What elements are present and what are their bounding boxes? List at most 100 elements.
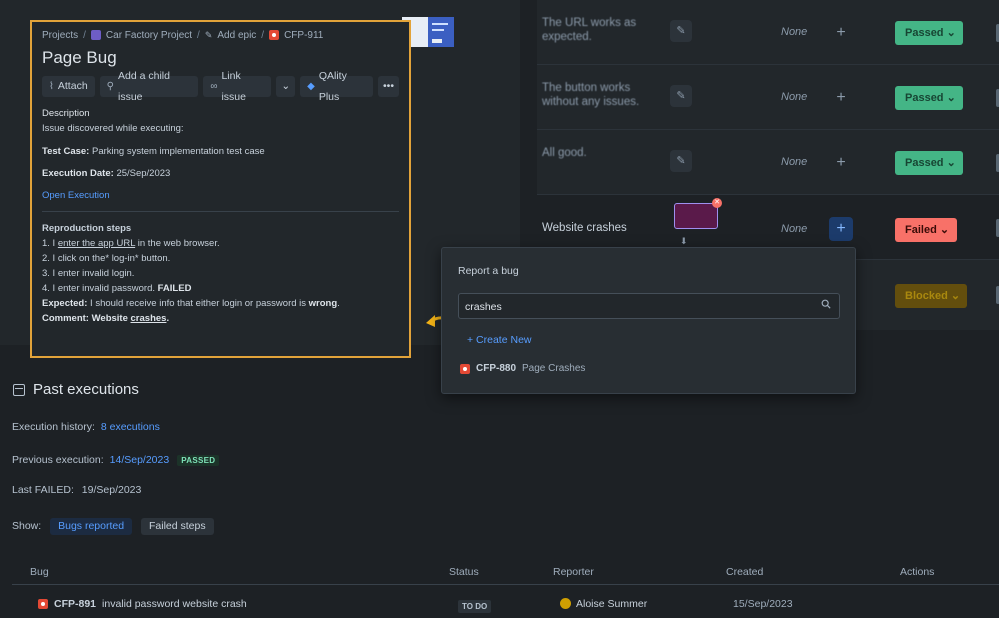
create-new-bug-button[interactable]: + Create New [467,334,532,346]
search-value: crashes [465,301,502,313]
bug-icon [460,363,470,374]
history-icon [13,383,25,396]
show-filter-row: Show: Bugs reported Failed steps [12,518,214,535]
close-icon[interactable]: ✕ [712,198,722,208]
previous-execution-label: Previous execution: [12,454,104,466]
status-dropdown[interactable]: Passed ⌄ [895,21,963,45]
link-issue-button[interactable]: ∞ Link issue [203,70,272,103]
execution-history-link[interactable]: 8 executions [101,421,160,433]
qality-plus-button[interactable]: ◆ QAlity Plus [300,70,373,103]
show-label: Show: [12,520,42,532]
reporter-name: Aloise Summer [576,598,648,610]
open-execution-link[interactable]: Open Execution [42,188,399,203]
add-bug-button[interactable]: + [829,86,853,110]
breadcrumb-separator: / [83,29,86,41]
qality-icon: ◆ [307,81,315,92]
issue-description: Description Issue discovered while execu… [42,106,399,326]
attach-button[interactable]: ⌇ Attach [42,76,95,97]
description-label: Description [42,108,90,119]
attachment-thumbnail[interactable] [674,203,718,229]
more-icon: ••• [382,80,394,92]
link-issue-label: Link issue [221,69,246,103]
test-step-row: The URL works as expected. ✎ None + Pass… [537,0,999,65]
breadcrumb-add-epic[interactable]: Add epic [217,30,256,41]
status-dropdown[interactable]: Passed ⌄ [895,151,963,175]
chevron-down-icon: ⌄ [946,27,956,39]
execution-history-row: Execution history: 8 executions [12,421,160,433]
expected-wrong: wrong [308,298,338,309]
status-label: Passed [905,157,944,169]
column-header-bug[interactable]: Bug [30,566,49,578]
more-actions-button[interactable]: ••• [377,76,399,97]
bug-icon [269,30,280,40]
execution-date-value: 25/Sep/2023 [116,168,171,179]
repro-step-1-suffix: in the web browser. [135,238,220,249]
execution-date-line: Execution Date: 25/Sep/2023 [42,166,399,181]
avatar [560,598,571,609]
past-executions-header: Past executions [13,381,139,398]
step-result-text: The button works without any issues. [542,82,640,108]
column-header-status[interactable]: Status [449,566,479,578]
breadcrumb-project[interactable]: Car Factory Project [106,30,192,41]
repro-step-1: 1. I enter the app URL in the web browse… [42,236,399,251]
qality-label: QAlity Plus [318,69,347,103]
breadcrumb: Projects / Car Factory Project / ✎ Add e… [42,28,399,42]
repro-step-2: 2. I click on the* log-in* button. [42,253,171,264]
divider [42,211,399,212]
table-row[interactable]: CFP-891 invalid password website crash [38,598,247,610]
repro-step-3: 3. I enter invalid login. [42,268,135,279]
status-label: Passed [905,92,944,104]
link-issue-dropdown[interactable]: ⌄ [276,76,296,97]
chevron-down-icon: ⌄ [946,92,956,104]
add-child-issue-button[interactable]: ⚲ Add a child issue [99,70,199,103]
add-bug-button[interactable]: + [829,21,853,45]
add-bug-button[interactable]: + [829,151,853,175]
add-bug-button[interactable]: + [829,217,853,241]
chevron-down-icon: ⌄ [950,290,961,302]
step-result-text: All good. [542,147,587,159]
execution-history-label: Execution history: [12,421,95,433]
test-step-row: The button works without any issues. ✎ N… [537,65,999,130]
status-dropdown[interactable]: Blocked ⌄ [895,284,967,308]
last-failed-row: Last FAILED: 19/Sep/2023 [12,484,141,496]
status-label: Blocked [905,290,948,302]
row-reporter: Aloise Summer [560,598,647,610]
comment-icon[interactable]: ✎ [670,85,692,107]
bugs-reported-toggle[interactable]: Bugs reported [50,518,133,535]
expected-label: Expected: [42,298,88,309]
chevron-down-icon: ⌄ [281,80,291,92]
app-url-link[interactable]: enter the app URL [58,238,135,249]
table-divider [12,584,999,585]
crashes-link[interactable]: crashes [131,313,167,324]
test-case-label: Test Case: [42,146,90,157]
step-none-label: None [781,223,808,235]
status-dropdown[interactable]: Passed ⌄ [895,86,963,110]
report-bug-panel: Report a bug crashes + Create New CFP-88… [441,247,856,394]
repro-step-4-text: 4. I enter invalid password. [42,283,158,294]
column-header-reporter[interactable]: Reporter [553,566,594,578]
step-result-text: The URL works as expected. [542,17,637,43]
row-bug-key[interactable]: CFP-891 [54,598,96,610]
issue-toolbar: ⌇ Attach ⚲ Add a child issue ∞ Link issue ⌄… [42,70,399,103]
comment-icon[interactable]: ✎ [670,20,692,42]
previous-execution-link[interactable]: 14/Sep/2023 [110,454,170,466]
comment-line: Comment: Website crashes. [42,311,399,326]
passed-badge: PASSED [177,455,220,466]
step-none-label: None [781,156,808,168]
execution-date-label: Execution Date: [42,168,114,179]
repro-step-4: 4. I enter invalid password. FAILED [42,281,399,296]
bug-search-input[interactable]: crashes [458,293,840,319]
breadcrumb-issue-key[interactable]: CFP-911 [284,30,323,41]
breadcrumb-projects[interactable]: Projects [42,30,78,41]
step-none-label: None [781,26,808,38]
last-failed-value: 19/Sep/2023 [81,484,142,496]
comment-icon[interactable]: ✎ [670,150,692,172]
bug-search-result[interactable]: CFP-880 Page Crashes [460,363,585,374]
column-header-created[interactable]: Created [726,566,763,578]
hierarchy-icon: ⚲ [106,81,114,92]
description-intro: Issue discovered while executing: [42,123,184,134]
failed-steps-toggle[interactable]: Failed steps [141,518,214,535]
bug-icon [38,599,48,609]
status-dropdown[interactable]: Failed ⌄ [895,218,957,242]
add-child-label: Add a child issue [118,69,170,103]
